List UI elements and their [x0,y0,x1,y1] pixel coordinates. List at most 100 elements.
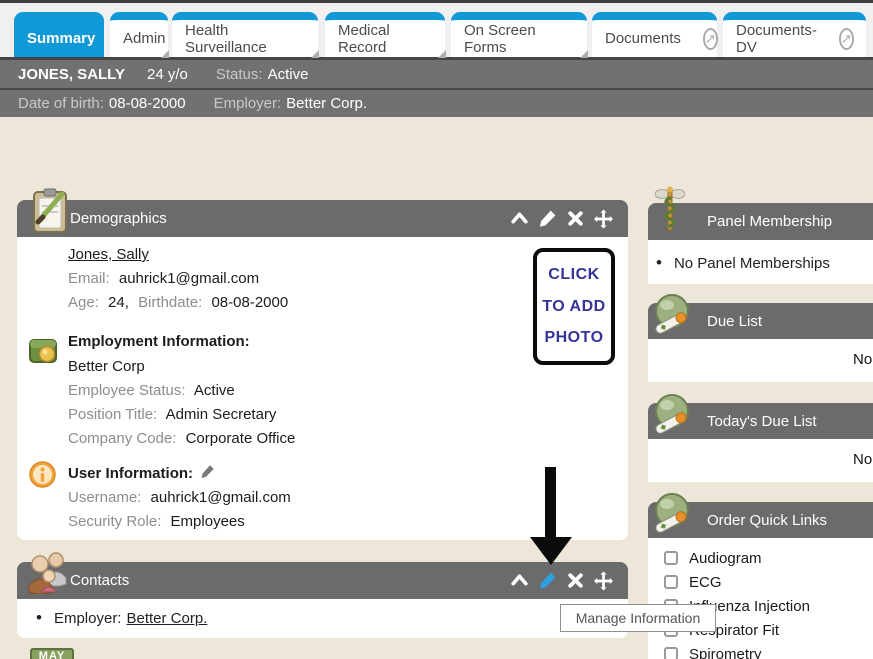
tab-label: Admin [123,30,166,47]
tab-summary[interactable]: Summary [14,12,104,57]
calendar-month-label: MAY [39,650,65,659]
close-icon[interactable] [566,209,585,228]
tab-health-surveillance[interactable]: Health Surveillance [172,12,318,57]
info-icon [29,461,56,493]
security-role-label: Security Role: [68,513,161,530]
edit-user-pencil-icon[interactable] [200,464,215,483]
external-link-icon[interactable]: ↗ [703,28,718,50]
no-panel-memberships-item: • No Panel Memberships [656,253,830,273]
demographics-panel-header: Demographics [17,200,628,237]
calendar-month-icon: MAY [30,648,74,659]
patient-name-link-row: Jones, Sally [68,246,149,263]
tab-label: Summary [27,30,95,47]
dob-value: 08-08-2000 [109,95,186,112]
briefcase-icon [28,334,58,369]
username-label: Username: [68,489,141,506]
employer-name-row: Better Corp [68,358,150,375]
employer-label: Employer: [214,95,282,112]
contacts-people-icon [26,548,72,599]
position-label: Position Title: [68,406,157,423]
tab-documents-dv[interactable]: Documents-DV ↗ [723,12,866,57]
company-code-row: Company Code: Corporate Office [68,430,300,447]
employment-heading: Employment Information: [68,333,250,350]
tab-label: Medical Record [338,22,432,56]
email-row: Email: auhrick1@gmail.com [68,270,264,287]
status-label: Status: [216,66,263,83]
edit-pencil-icon[interactable] [538,209,557,228]
move-icon[interactable] [594,571,613,590]
caduceus-icon [655,186,685,237]
position-title-row: Position Title: Admin Secretary [68,406,281,423]
employee-status-value: Active [194,382,235,399]
patient-name: JONES, SALLY [18,66,125,83]
dob-label: Date of birth: [18,95,104,112]
position-value: Admin Secretary [166,406,277,423]
patient-header-bar: JONES, SALLY 24 y/o Status: Active [0,60,873,88]
user-heading: User Information: [68,465,193,482]
collapse-icon[interactable] [510,209,529,228]
tab-admin[interactable]: Admin [110,12,168,57]
contacts-panel-header: Contacts [17,562,628,599]
tooltip-text: Manage Information [576,610,701,626]
tab-documents[interactable]: Documents ↗ [592,12,717,57]
tooltip-manage-information: Manage Information [560,604,716,632]
order-quick-links-icon [648,489,696,542]
age-birthdate-row: Age: 24, Birthdate: 08-08-2000 [68,294,293,311]
tab-dropdown-fold [311,50,319,58]
employee-status-label: Employee Status: [68,382,186,399]
email-value: auhrick1@gmail.com [119,270,259,287]
patient-age: 24 y/o [147,66,188,83]
tab-on-screen-forms[interactable]: On Screen Forms [451,12,587,57]
birthdate-value: 08-08-2000 [211,294,288,311]
photo-line: TO ADD [542,298,605,316]
tab-label: On Screen Forms [464,22,574,56]
email-label: Email: [68,270,110,287]
annotation-arrow-head [530,537,572,565]
tab-dropdown-fold [580,50,588,58]
clipboard-icon [26,186,74,239]
patient-name-link[interactable]: Jones, Sally [68,246,149,263]
birthdate-label: Birthdate: [138,294,202,311]
edit-pencil-icon-hovered[interactable] [538,571,557,590]
checkbox[interactable] [664,551,678,565]
age-label: Age: [68,294,99,311]
no-panel-memberships-text: No Panel Memberships [674,255,830,272]
move-icon[interactable] [594,209,613,228]
patient-summary-page: Summary Admin Health Surveillance Medica… [0,0,873,659]
patient-subheader-bar: Date of birth: 08-08-2000 Employer: Bett… [0,90,873,117]
checkbox[interactable] [664,647,678,659]
tab-dropdown-fold [438,50,446,58]
tab-label: Documents-DV [736,22,817,56]
username-value: auhrick1@gmail.com [151,489,291,506]
close-icon[interactable] [566,571,585,590]
employment-heading-row: Employment Information: [68,333,250,350]
external-arrow-glyph: ↗ [841,31,852,47]
company-code-value: Corporate Office [186,430,296,447]
security-role-row: Security Role: Employees [68,513,250,530]
order-item-label: ECG [689,574,722,591]
bullet: • [656,253,662,273]
photo-line: PHOTO [544,329,603,347]
tab-label: Health Surveillance [185,22,305,56]
due-list-icon [648,290,696,343]
contact-employer-link[interactable]: Better Corp. [126,610,207,627]
username-row: Username: auhrick1@gmail.com [68,489,296,506]
order-item-label: Audiogram [689,550,762,567]
order-quick-links-body: Audiogram ECG Influenza Injection Respir… [648,538,873,659]
security-role-value: Employees [171,513,245,530]
tab-medical-record[interactable]: Medical Record [325,12,445,57]
order-item-spirometry: Spirometry [664,646,873,659]
collapse-icon[interactable] [510,571,529,590]
order-item-audiogram: Audiogram [664,550,873,566]
add-photo-placeholder[interactable]: CLICK TO ADD PHOTO [533,248,615,365]
contact-employer-item: • Employer: Better Corp. [36,608,207,628]
external-arrow-glyph: ↗ [705,31,716,47]
photo-line: CLICK [548,266,599,284]
due-list-clipped-text: No [853,351,872,368]
checkbox[interactable] [664,575,678,589]
external-link-icon[interactable]: ↗ [839,28,854,50]
employer-value: Better Corp. [286,95,367,112]
age-value: 24, [108,294,129,311]
employee-status-row: Employee Status: Active [68,382,240,399]
order-item-label: Spirometry [689,646,762,659]
